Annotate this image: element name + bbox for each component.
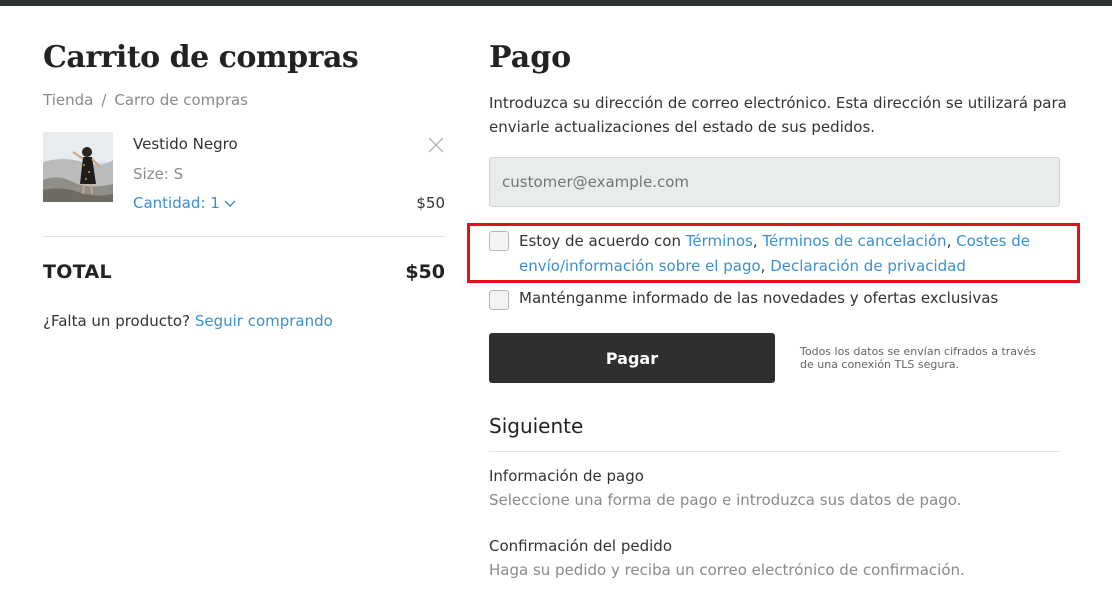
next-steps-title: Siguiente (489, 414, 584, 438)
email-instructions: Introduzca su dirección de correo electr… (489, 94, 1067, 136)
cancellation-terms-link[interactable]: Términos de cancelación (762, 232, 946, 250)
top-bar (0, 0, 1112, 6)
step-order-confirmation-desc: Haga su pedido y reciba un correo electr… (489, 561, 965, 579)
email-field[interactable] (489, 157, 1060, 207)
privacy-policy-link[interactable]: Declaración de privacidad (770, 257, 966, 275)
terms-link[interactable]: Términos (686, 232, 753, 250)
next-steps-divider (489, 451, 1060, 452)
chevron-down-icon (224, 197, 236, 211)
cart-title: Carrito de compras (43, 40, 359, 75)
breadcrumb-current: Carro de compras (114, 91, 248, 109)
secure-transmission-note: Todos los datos se envían cifrados a tra… (800, 345, 1037, 371)
step-payment-info-desc: Seleccione una forma de pago e introduzc… (489, 491, 962, 509)
product-name[interactable]: Vestido Negro (133, 135, 238, 153)
breadcrumb-separator: / (101, 91, 107, 109)
breadcrumb-home[interactable]: Tienda (43, 91, 93, 109)
pay-button[interactable]: Pagar (489, 333, 775, 383)
total-label: TOTAL (43, 261, 112, 283)
close-icon[interactable] (426, 135, 446, 155)
total-value: $50 (405, 261, 445, 283)
missing-product-text: ¿Falta un producto? Seguir comprando (43, 312, 333, 330)
continue-shopping-link[interactable]: Seguir comprando (195, 312, 333, 330)
breadcrumb: Tienda / Carro de compras (43, 91, 248, 109)
product-size: Size: S (133, 165, 184, 183)
cart-divider (43, 236, 445, 237)
newsletter-checkbox[interactable] (489, 290, 509, 310)
quantity-dropdown[interactable]: Cantidad: 1 (133, 194, 236, 212)
terms-prefix: Estoy de acuerdo con (519, 232, 681, 250)
terms-label: Estoy de acuerdo con Términos, Términos … (519, 232, 1031, 275)
quantity-label: Cantidad: 1 (133, 194, 220, 212)
terms-checkbox[interactable] (489, 231, 509, 251)
payment-title: Pago (489, 40, 572, 75)
step-payment-info-title: Información de pago (489, 467, 644, 485)
missing-product-question: ¿Falta un producto? (43, 312, 191, 330)
newsletter-label[interactable]: Manténganme informado de las novedades y… (519, 289, 998, 307)
product-thumbnail[interactable] (43, 132, 113, 202)
step-order-confirmation-title: Confirmación del pedido (489, 537, 673, 555)
line-item-price: $50 (416, 194, 445, 212)
